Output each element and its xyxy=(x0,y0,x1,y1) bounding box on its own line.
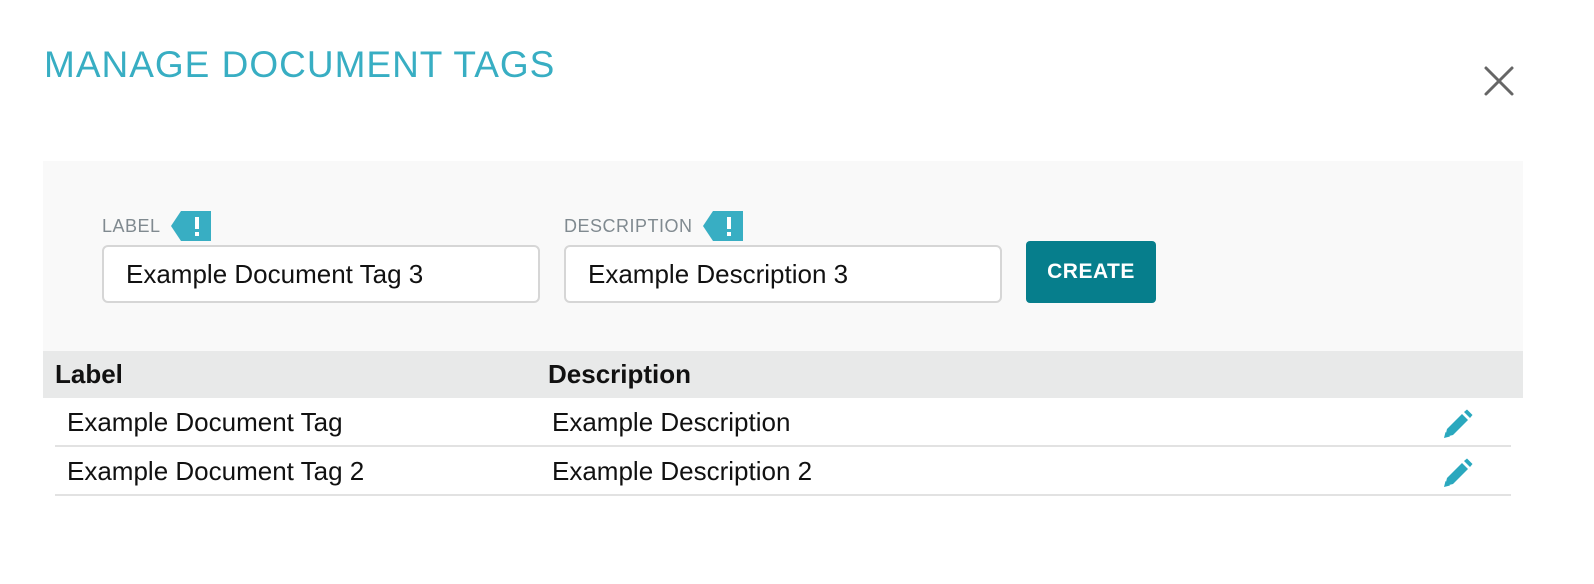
pencil-icon xyxy=(1444,458,1473,487)
description-field-label: DESCRIPTION xyxy=(564,215,693,236)
pencil-icon xyxy=(1444,409,1473,438)
required-exclamation-icon xyxy=(170,211,211,241)
create-button[interactable]: CREATE xyxy=(1026,241,1156,303)
label-field-group: LABEL xyxy=(102,209,540,303)
row-label-cell: Example Document Tag xyxy=(67,407,343,437)
close-icon xyxy=(1484,66,1514,96)
edit-button[interactable] xyxy=(1441,458,1473,490)
table-row: Example Document Tag 2 Example Descripti… xyxy=(55,447,1511,496)
row-description-cell: Example Description 2 xyxy=(552,456,813,486)
close-button[interactable] xyxy=(1478,60,1520,102)
row-label-cell: Example Document Tag 2 xyxy=(67,456,365,486)
description-input[interactable] xyxy=(564,245,1002,303)
label-field-label: LABEL xyxy=(102,215,161,236)
create-tag-panel: LABEL DESCRIPTION xyxy=(43,161,1523,351)
dialog-title: MANAGE DOCUMENT TAGS xyxy=(44,44,556,85)
table-header: Label Description xyxy=(43,351,1523,398)
column-header-description: Description xyxy=(548,359,692,389)
row-description-cell: Example Description xyxy=(552,407,791,437)
edit-button[interactable] xyxy=(1441,409,1473,441)
tags-table: Label Description Example Document Tag E… xyxy=(43,351,1523,496)
column-header-label: Label xyxy=(55,359,123,389)
label-input[interactable] xyxy=(102,245,540,303)
required-exclamation-icon xyxy=(702,211,743,241)
description-field-group: DESCRIPTION xyxy=(564,209,1002,303)
table-row: Example Document Tag Example Description xyxy=(55,398,1511,447)
manage-tags-dialog: MANAGE DOCUMENT TAGS LABEL Example Docum… xyxy=(0,0,1594,584)
